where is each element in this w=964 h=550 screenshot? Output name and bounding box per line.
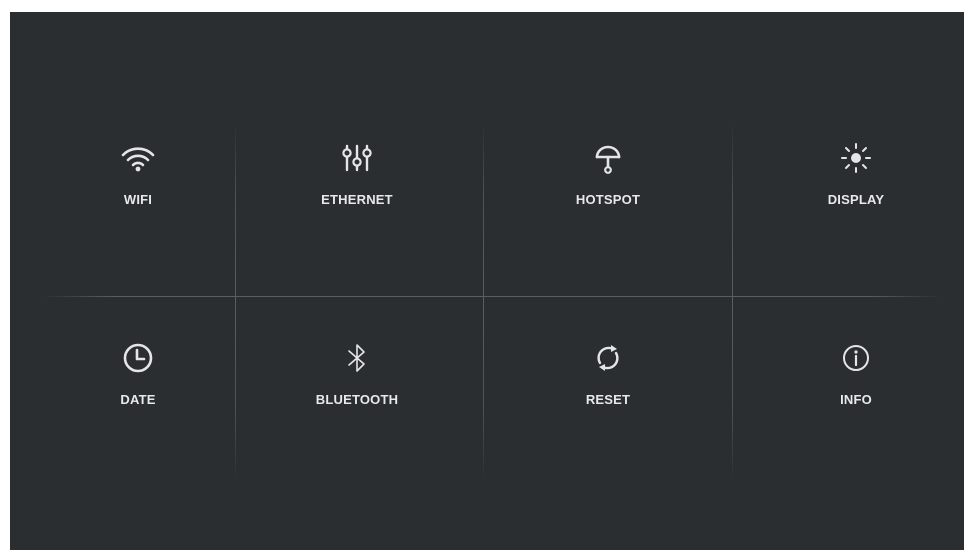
hotspot-icon [588, 138, 628, 178]
tile-wifi[interactable]: WIFI [18, 122, 258, 296]
tile-label: HOTSPOT [575, 192, 641, 207]
settings-screen: WIFI ETHERNET HOTSPOT DISPLAY DATE BLUET… [10, 12, 964, 550]
grid-divider-vertical [483, 122, 484, 482]
clock-icon [118, 338, 158, 378]
grid-divider-vertical [732, 122, 733, 482]
tile-bluetooth[interactable]: BLUETOOTH [237, 322, 477, 496]
tile-hotspot[interactable]: HOTSPOT [488, 122, 728, 296]
sliders-icon [337, 138, 377, 178]
tile-ethernet[interactable]: ETHERNET [237, 122, 477, 296]
tile-info[interactable]: INFO [736, 322, 964, 496]
tile-label: RESET [585, 392, 631, 407]
tile-date[interactable]: DATE [18, 322, 258, 496]
tile-reset[interactable]: RESET [488, 322, 728, 496]
tile-label: DISPLAY [827, 192, 885, 207]
grid-divider-horizontal [42, 296, 942, 297]
tile-label: WIFI [123, 192, 153, 207]
tile-label: DATE [120, 392, 156, 407]
tile-label: ETHERNET [321, 192, 393, 207]
info-icon [836, 338, 876, 378]
tile-label: BLUETOOTH [315, 392, 399, 407]
wifi-icon [118, 138, 158, 178]
settings-grid: WIFI ETHERNET HOTSPOT DISPLAY DATE BLUET… [42, 122, 942, 482]
bluetooth-icon [337, 338, 377, 378]
tile-display[interactable]: DISPLAY [736, 122, 964, 296]
refresh-icon [588, 338, 628, 378]
tile-label: INFO [840, 392, 872, 407]
brightness-icon [836, 138, 876, 178]
